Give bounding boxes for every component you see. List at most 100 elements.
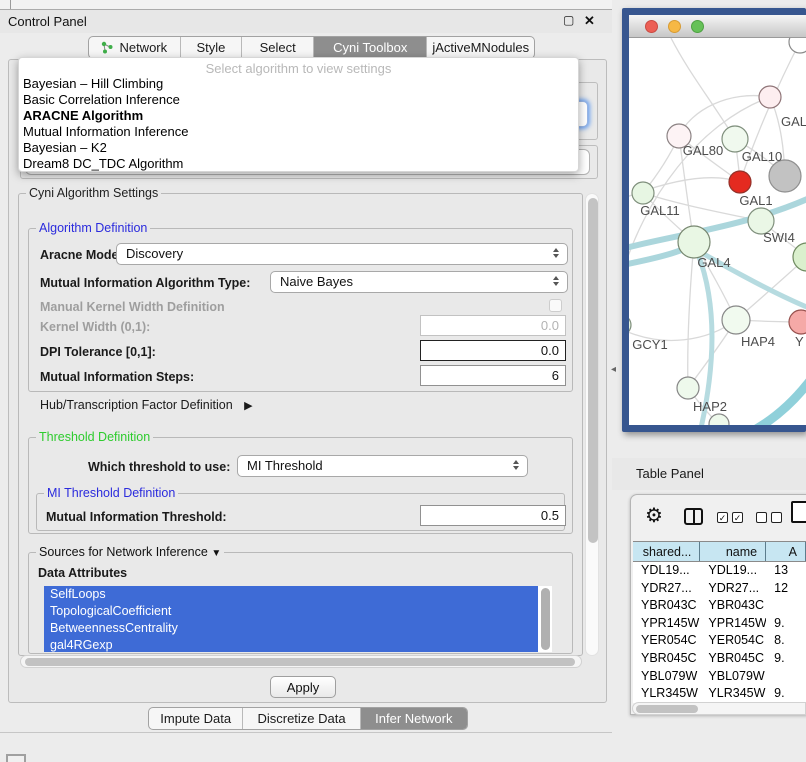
data-attribute-item[interactable]: TopologicalCoefficient [44, 603, 538, 620]
table-header-row: shared...nameA [633, 541, 806, 562]
zoom-window-icon[interactable] [691, 20, 704, 33]
table-column-header[interactable]: name [700, 542, 766, 561]
which-threshold-value: MI Threshold [247, 458, 323, 473]
unchecked-checkbox-icon[interactable] [771, 512, 782, 523]
mi-threshold-field[interactable]: 0.5 [420, 505, 566, 526]
table-cell [766, 597, 806, 615]
algorithm-popup-item[interactable]: Basic Correlation Inference [19, 92, 578, 108]
checked-checkbox-icon[interactable]: ✓ [732, 512, 743, 523]
document-icon[interactable] [791, 501, 806, 523]
network-node[interactable] [722, 306, 750, 334]
hub-definition-expander[interactable]: Hub/Transcription Factor Definition ▶ [40, 398, 253, 412]
aracne-mode-combobox[interactable]: Discovery [116, 243, 568, 265]
tab-infer-network[interactable]: Infer Network [361, 708, 467, 729]
dpi-tolerance-field[interactable]: 0.0 [420, 340, 566, 361]
table-cell: YPR145W [633, 615, 700, 633]
which-threshold-combobox[interactable]: MI Threshold [237, 455, 528, 477]
table-cell: 12 [766, 580, 806, 598]
mi-steps-field[interactable]: 6 [420, 365, 566, 386]
network-node[interactable] [709, 414, 729, 425]
algorithm-popup-item[interactable]: ARACNE Algorithm [19, 108, 578, 124]
settings-horizontal-scrollbar[interactable] [20, 655, 582, 668]
network-node-label: SWI4 [763, 230, 795, 245]
network-node[interactable] [759, 86, 781, 108]
network-window-titlebar[interactable] [629, 15, 806, 38]
table-cell: 9. [766, 650, 806, 668]
tab-select[interactable]: Select [242, 37, 314, 58]
aracne-mode-label: Aracne Mode: [40, 248, 123, 262]
table-row[interactable]: YPR145WYPR145W9. [633, 615, 806, 633]
table-row[interactable]: YBL079WYBL079W [633, 668, 806, 686]
sources-title[interactable]: Sources for Network Inference ▼ [36, 545, 224, 559]
table-horizontal-scrollbar[interactable] [632, 702, 806, 715]
cyni-algorithm-settings-title: Cyni Algorithm Settings [26, 186, 161, 200]
table-panel-title: Table Panel [636, 466, 704, 481]
node-table[interactable]: shared...nameA YDL19...YDL19...13YDR27..… [633, 541, 806, 703]
float-window-icon[interactable]: ▢ [563, 13, 574, 27]
algorithm-popup-item[interactable]: Mutual Information Inference [19, 124, 578, 140]
settings-horizontal-scrollbar-thumb[interactable] [25, 658, 575, 666]
unchecked-checkbox-icon[interactable] [756, 512, 767, 523]
apply-button[interactable]: Apply [270, 676, 336, 698]
minimize-window-icon[interactable] [668, 20, 681, 33]
tab-jactivemnodules[interactable]: jActiveMNodules [427, 37, 534, 58]
tab-impute-data[interactable]: Impute Data [149, 708, 243, 729]
network-node[interactable] [789, 38, 806, 53]
table-cell: YLR345W [633, 685, 700, 703]
network-node-label: GAL [781, 114, 806, 129]
network-node-label: GAL11 [640, 203, 680, 218]
data-attribute-item[interactable]: SelfLoops [44, 586, 538, 603]
close-panel-icon[interactable]: ✕ [584, 13, 595, 29]
checked-checkbox-icon[interactable]: ✓ [717, 512, 728, 523]
algorithm-popup-item[interactable]: Bayesian – Hill Climbing [19, 76, 578, 92]
network-node[interactable] [678, 226, 710, 258]
gear-icon[interactable]: ⚙ [645, 503, 663, 528]
table-column-header[interactable]: shared... [633, 542, 700, 561]
attributes-scrollbar-thumb[interactable] [541, 588, 550, 650]
algorithm-popup-item[interactable]: Bayesian – K2 [19, 140, 578, 156]
tab-discretize-data[interactable]: Discretize Data [243, 708, 360, 729]
network-node[interactable] [677, 377, 699, 399]
table-cell: YBR045C [633, 650, 700, 668]
data-attribute-item[interactable]: gal4RGexp [44, 637, 538, 652]
tab-network[interactable]: Network [89, 37, 181, 58]
divider-collapse-icon[interactable]: ◂ [611, 364, 616, 375]
table-column-header[interactable]: A [766, 542, 806, 561]
network-node[interactable] [769, 160, 801, 192]
network-node[interactable] [632, 182, 654, 204]
data-attributes-list[interactable]: SelfLoopsTopologicalCoefficientBetweenne… [44, 586, 552, 652]
table-cell: YER054C [700, 632, 766, 650]
mi-type-combobox[interactable]: Naive Bayes [270, 271, 568, 293]
tab-label: Cyni Toolbox [333, 40, 407, 55]
network-node-label: HAP2 [693, 399, 727, 414]
control-panel-title: Control Panel [8, 14, 87, 29]
table-row[interactable]: YBR043CYBR043C [633, 597, 806, 615]
table-row[interactable]: YER054CYER054C8. [633, 632, 806, 650]
which-threshold-label: Which threshold to use: [88, 460, 230, 474]
columns-icon[interactable] [684, 508, 703, 525]
minimized-panel-icon[interactable] [6, 754, 26, 762]
table-row[interactable]: YLR345WYLR345W9. [633, 685, 806, 703]
table-row[interactable]: YDR27...YDR27...12 [633, 580, 806, 598]
table-horizontal-scrollbar-thumb[interactable] [636, 705, 698, 713]
tab-style[interactable]: Style [181, 37, 243, 58]
settings-vertical-scrollbar[interactable] [585, 193, 599, 656]
table-cell: YLR345W [700, 685, 766, 703]
table-cell [766, 668, 806, 686]
tab-cyni-toolbox[interactable]: Cyni Toolbox [314, 37, 427, 58]
network-node-label: GAL1 [739, 193, 772, 208]
settings-vertical-scrollbar-thumb[interactable] [588, 198, 598, 543]
close-window-icon[interactable] [645, 20, 658, 33]
network-node[interactable] [729, 171, 751, 193]
table-row[interactable]: YDL19...YDL19...13 [633, 562, 806, 580]
control-panel-bottom-border [0, 732, 612, 733]
manual-kernel-checkbox[interactable] [549, 299, 562, 312]
table-body: YDL19...YDL19...13YDR27...YDR27...12YBR0… [633, 562, 806, 703]
table-cell: YBL079W [633, 668, 700, 686]
network-canvas[interactable]: GALGAL80GAL1GAL11SWI4GAL4GCY1HAP4YHAP2GA… [629, 38, 806, 425]
table-row[interactable]: YBR045CYBR045C9. [633, 650, 806, 668]
kernel-width-field[interactable]: 0.0 [420, 315, 566, 336]
data-attribute-item[interactable]: BetweennessCentrality [44, 620, 538, 637]
algorithm-popup-item[interactable]: Dream8 DC_TDC Algorithm [19, 156, 578, 172]
network-node[interactable] [789, 310, 806, 334]
